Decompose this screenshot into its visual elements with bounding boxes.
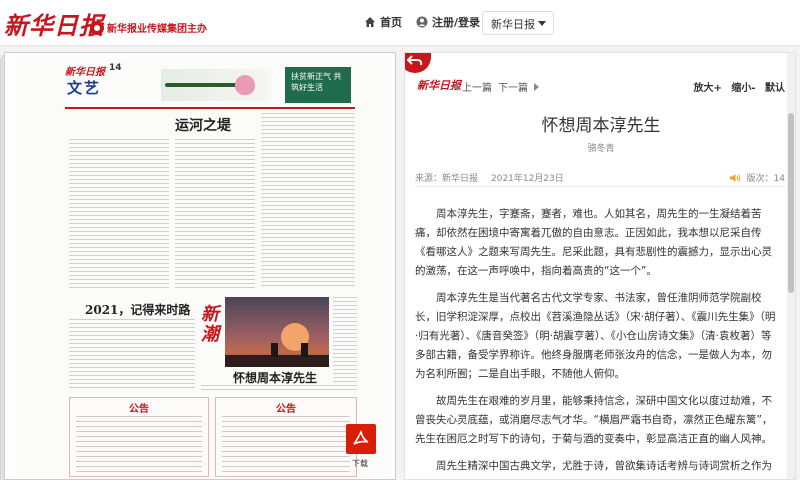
notice-right[interactable]: 公告 xyxy=(215,397,357,477)
pdf-icon xyxy=(353,430,369,445)
chevron-down-icon xyxy=(538,21,546,26)
notice-left-title: 公告 xyxy=(129,404,149,415)
page-masthead: 新华日报 14 文艺 扶贫新正气 共筑好生活 xyxy=(65,61,355,109)
group-emblem-icon xyxy=(90,20,104,35)
scrollbar-thumb[interactable] xyxy=(788,113,794,293)
masthead-logo: 新华日报 xyxy=(65,67,105,78)
top-bar: 新华日报 新华报业传媒集团主办 首页 注册/登录 新华日报 xyxy=(0,0,800,46)
article-source: 来源：新华日报 xyxy=(415,174,479,184)
lotus-bud xyxy=(235,75,255,95)
nav-login[interactable]: 注册/登录 xyxy=(416,14,480,30)
deer-silhouette xyxy=(301,343,308,357)
article-edition-label: 版次：14 xyxy=(746,174,785,184)
article-paragraph: 周本淳先生是当代著名古代文学专家、书法家，曾任淮阴师范学院副校长，旧学积淀深厚，… xyxy=(415,292,776,380)
nav-home[interactable]: 首页 xyxy=(364,14,402,30)
notice-left[interactable]: 公告 xyxy=(69,397,209,477)
home-icon xyxy=(365,17,375,27)
deer-silhouette xyxy=(271,343,278,357)
main-nav: 首页 注册/登录 xyxy=(364,14,494,30)
newspaper-stack: 新华日报 14 文艺 扶贫新正气 共筑好生活 运河之堤 2021，记得来时路 新… xyxy=(4,52,396,480)
text-block[interactable] xyxy=(175,139,255,289)
newspaper-page[interactable]: 新华日报 14 文艺 扶贫新正气 共筑好生活 运河之堤 2021，记得来时路 新… xyxy=(15,57,391,477)
article-body: 周本淳先生，字蹇斋，蹇者，难也。人如其名，周先生的一生凝结着苦痛，却依然在困境中… xyxy=(415,205,777,479)
sunset-deer-photo[interactable] xyxy=(225,297,329,367)
zoom-out-button[interactable]: 缩小- xyxy=(731,83,755,94)
next-arrow-icon xyxy=(534,82,539,91)
masthead-ad: 扶贫新正气 共筑好生活 xyxy=(285,67,351,103)
text-block[interactable] xyxy=(201,385,357,393)
lotus-stem xyxy=(165,83,237,87)
text-block[interactable] xyxy=(333,297,357,391)
download-pdf-button[interactable] xyxy=(346,424,376,454)
page-headline-3[interactable]: 怀想周本淳先生 xyxy=(233,369,317,386)
article-date: 2021年12月23日 xyxy=(491,174,564,184)
article-title: 怀想周本淳先生 xyxy=(541,116,661,136)
text-block[interactable] xyxy=(69,319,195,391)
notice-right-title: 公告 xyxy=(276,404,296,415)
page-headline-1[interactable]: 运河之堤 xyxy=(175,115,231,135)
article-author: 骆冬青 xyxy=(587,144,615,154)
page-headline-2[interactable]: 2021，记得来时路 xyxy=(85,301,190,318)
user-icon xyxy=(416,16,428,28)
text-block[interactable] xyxy=(261,113,355,289)
group-name: 新华报业传媒集团主办 xyxy=(107,24,207,35)
group-logo: 新华报业传媒集团主办 xyxy=(90,20,207,35)
paper-select[interactable]: 新华日报 xyxy=(482,11,554,35)
paper-select-value: 新华日报 xyxy=(491,18,535,31)
zoom-in-button[interactable]: 放大+ xyxy=(693,83,721,94)
prev-article-link[interactable]: 上一篇 xyxy=(462,79,492,94)
article-edition: 版次：14 xyxy=(729,171,785,184)
article-paragraph: 周本淳先生，字蹇斋，蹇者，难也。人如其名，周先生的一生凝结着苦痛，却依然在困境中… xyxy=(415,208,772,277)
back-arrow-icon xyxy=(407,55,423,66)
zoom-controls: 放大+ 缩小- 默认 xyxy=(687,79,785,94)
back-button[interactable] xyxy=(405,53,431,73)
article-scrollbar[interactable] xyxy=(787,53,795,479)
page-number: 14 xyxy=(109,63,122,73)
download-label: 下载 xyxy=(352,459,368,468)
nav-home-label: 首页 xyxy=(380,16,402,29)
column-name: 文艺 xyxy=(67,79,102,97)
article-paragraph: 周先生精深中国古典文学，尤胜于诗，曾欲集诗话考辨与诗词赏析之作为《蹇 xyxy=(436,460,772,472)
article-pager: 上一篇 下一篇 xyxy=(453,79,545,94)
lotus-illustration xyxy=(161,69,271,101)
notice-left-text xyxy=(76,416,202,472)
zoom-reset-button[interactable]: 默认 xyxy=(765,83,785,94)
article-meta: 来源：新华日报 2021年12月23日 版次：14 xyxy=(415,169,785,187)
speaker-icon[interactable] xyxy=(729,173,741,183)
nav-login-label: 注册/登录 xyxy=(432,16,481,29)
article-paragraph: 故周先生在艰难的岁月里，能够秉持信念，深研中国文化以度过劫难，不曾丧失心灵底蕴，… xyxy=(415,395,773,445)
next-article-link[interactable]: 下一篇 xyxy=(498,79,528,94)
prev-arrow-icon xyxy=(453,82,458,91)
text-block[interactable] xyxy=(69,139,169,289)
article-panel: 新华日报 上一篇 下一篇 放大+ 缩小- 默认 怀想周本淳先生 骆冬青 来源：新… xyxy=(404,52,796,480)
column-brush-title: 新潮 xyxy=(201,304,219,345)
notice-right-text xyxy=(222,416,350,472)
site-logo[interactable]: 新华日报 xyxy=(4,6,104,41)
